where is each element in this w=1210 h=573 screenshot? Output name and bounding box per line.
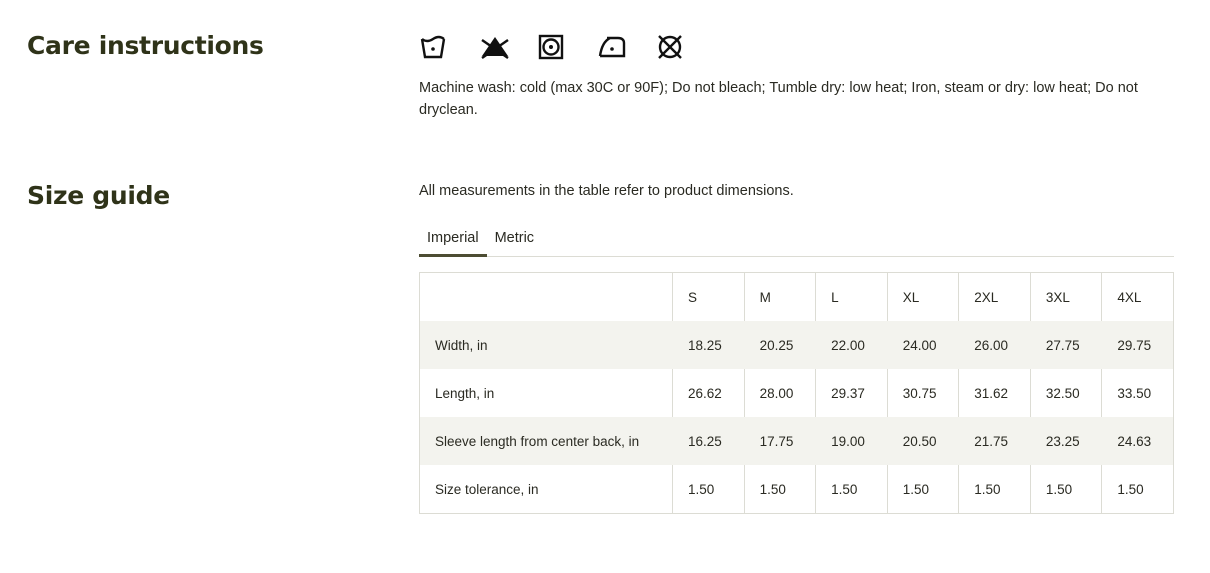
table-cell: 26.00 [958, 321, 1031, 369]
header-cell: L [815, 272, 888, 321]
table-cell: 26.62 [672, 369, 745, 417]
do-not-bleach-icon [479, 34, 538, 60]
header-cell: S [672, 272, 745, 321]
tumble-dry-low-icon [538, 34, 597, 60]
table-row: Length, in 26.62 28.00 29.37 30.75 31.62… [420, 369, 1174, 417]
table-cell: 1.50 [672, 465, 745, 514]
table-cell: 29.75 [1101, 321, 1174, 369]
table-row: Size tolerance, in 1.50 1.50 1.50 1.50 1… [420, 465, 1174, 514]
do-not-dryclean-icon [656, 34, 715, 60]
table-cell: 30.75 [886, 369, 959, 417]
table-cell: 20.50 [886, 417, 959, 465]
iron-low-icon [597, 34, 656, 60]
table-cell: 1.50 [958, 465, 1031, 514]
header-cell: 4XL [1101, 272, 1174, 321]
table-cell: 1.50 [886, 465, 959, 514]
tab-imperial[interactable]: Imperial [419, 222, 487, 257]
care-instructions-title: Care instructions [27, 31, 264, 60]
header-cell: M [743, 272, 816, 321]
table-cell: 29.37 [815, 369, 888, 417]
care-icons [420, 34, 715, 60]
size-guide-intro: All measurements in the table refer to p… [419, 183, 794, 199]
table-cell: 23.25 [1029, 417, 1102, 465]
header-cell: XL [886, 272, 959, 321]
row-label: Sleeve length from center back, in [419, 417, 673, 465]
table-cell: 1.50 [1029, 465, 1102, 514]
table-cell: 33.50 [1101, 369, 1174, 417]
table-cell: 18.25 [672, 321, 745, 369]
table-cell: 1.50 [743, 465, 816, 514]
table-cell: 28.00 [743, 369, 816, 417]
table-cell: 22.00 [815, 321, 888, 369]
table-cell: 24.63 [1101, 417, 1174, 465]
row-label: Length, in [435, 385, 495, 401]
header-cell: 3XL [1029, 272, 1102, 321]
size-table: S M L XL 2XL 3XL 4XL Width, in 18.25 20.… [419, 272, 1174, 514]
row-label: Size tolerance, in [435, 481, 539, 497]
care-instructions-text: Machine wash: cold (max 30C or 90F); Do … [419, 80, 1138, 118]
table-cell: 17.75 [743, 417, 816, 465]
row-label: Width, in [419, 321, 673, 369]
tab-metric[interactable]: Metric [487, 222, 542, 255]
header-cell [420, 273, 673, 322]
table-cell: 31.62 [958, 369, 1031, 417]
wash-cold-icon [420, 34, 479, 60]
table-header-row: S M L XL 2XL 3XL 4XL [420, 272, 1174, 322]
table-row: Sleeve length from center back, in 16.25… [419, 417, 1174, 465]
table-cell: 24.00 [886, 321, 959, 369]
unit-tabs: Imperial Metric [419, 222, 1174, 257]
table-cell: 32.50 [1029, 369, 1102, 417]
table-cell: 1.50 [815, 465, 888, 514]
table-cell: 27.75 [1029, 321, 1102, 369]
table-row: Width, in 18.25 20.25 22.00 24.00 26.00 … [419, 321, 1174, 369]
size-guide-title: Size guide [27, 181, 170, 210]
table-cell: 1.50 [1101, 465, 1174, 514]
table-cell: 19.00 [815, 417, 888, 465]
table-cell: 20.25 [743, 321, 816, 369]
table-cell: 21.75 [958, 417, 1031, 465]
table-cell: 16.25 [672, 417, 745, 465]
header-cell: 2XL [958, 272, 1031, 321]
